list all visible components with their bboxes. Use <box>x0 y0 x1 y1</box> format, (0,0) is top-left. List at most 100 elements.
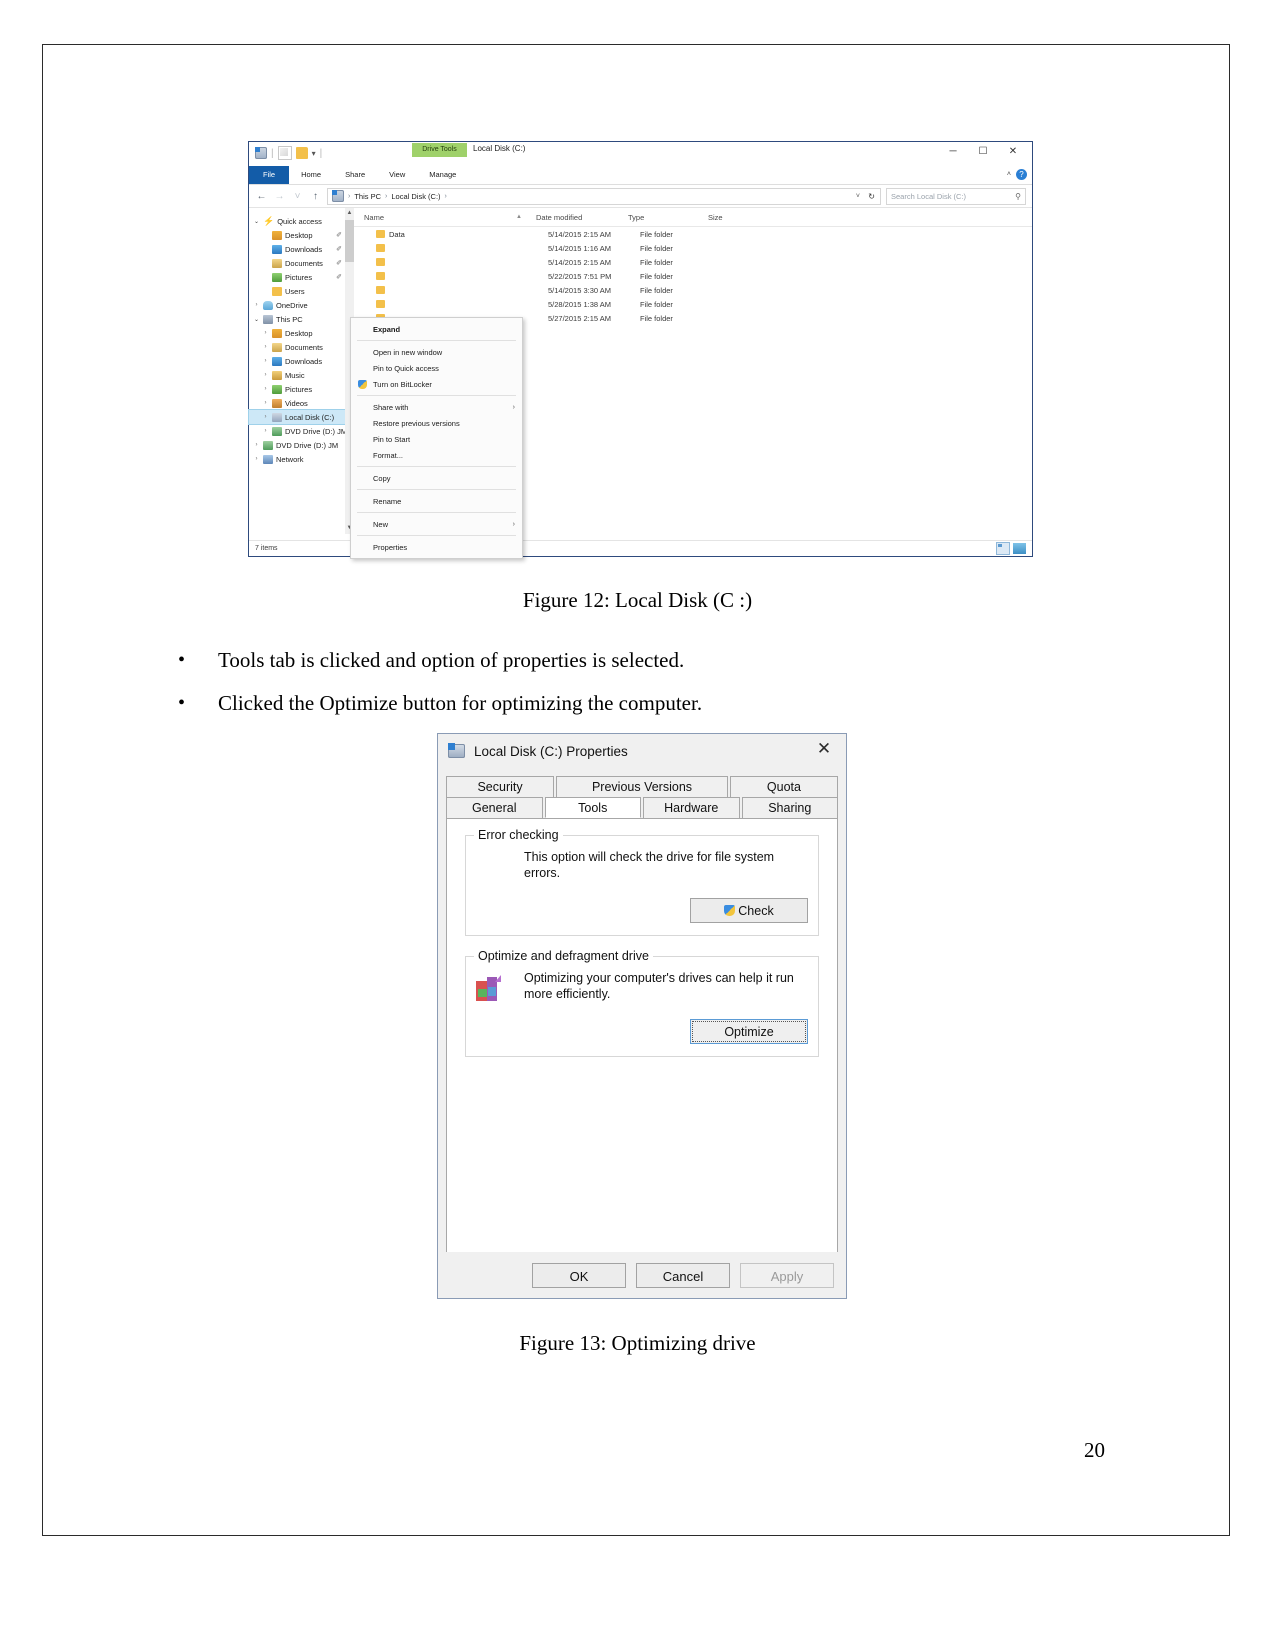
tree-item-desktop[interactable]: › Desktop <box>249 326 354 340</box>
recent-locations-button[interactable]: ˅ <box>291 191 304 202</box>
expand-arrow-icon[interactable]: › <box>253 442 260 448</box>
table-row[interactable]: 5/14/2015 3:30 AM File folder <box>354 283 1032 297</box>
menu-item-open-in-new-window[interactable]: Open in new window <box>351 344 522 360</box>
expand-arrow-icon[interactable]: ⌄ <box>253 218 260 225</box>
new-folder-icon[interactable] <box>295 147 308 159</box>
chevron-down-icon[interactable]: ▾ <box>312 149 316 158</box>
tab-previous-versions[interactable]: Previous Versions <box>556 776 728 797</box>
up-button[interactable]: ↑ <box>309 191 322 202</box>
contextual-tab-drive-tools[interactable]: Drive Tools <box>412 143 467 157</box>
menu-item-new[interactable]: New › <box>351 516 522 532</box>
tree-item-dvd-drive-d-jm[interactable]: › DVD Drive (D:) JM <box>249 438 354 452</box>
tree-item-pictures[interactable]: › Pictures <box>249 382 354 396</box>
table-row[interactable]: 5/14/2015 1:16 AM File folder <box>354 241 1032 255</box>
tab-quota[interactable]: Quota <box>729 776 838 797</box>
tree-item-desktop[interactable]: Desktop ✐ <box>249 228 354 242</box>
large-icons-view-button[interactable] <box>1013 542 1026 554</box>
properties-icon[interactable] <box>277 146 292 160</box>
menu-item-restore-previous-versions[interactable]: Restore previous versions <box>351 415 522 431</box>
breadcrumb-item-local-disk[interactable]: Local Disk (C:) <box>391 192 440 201</box>
tab-manage[interactable]: Manage <box>417 166 468 184</box>
search-input[interactable]: Search Local Disk (C:) ⚲ <box>886 187 1026 205</box>
expand-arrow-icon[interactable]: ⌄ <box>253 316 260 323</box>
refresh-icon[interactable]: ↻ <box>868 192 875 201</box>
breadcrumb[interactable]: › This PC › Local Disk (C:) › ˅ ↻ <box>327 187 881 205</box>
tab-sharing[interactable]: Sharing <box>741 797 838 818</box>
tab-share[interactable]: Share <box>333 166 377 184</box>
scrollbar-thumb[interactable] <box>345 220 354 262</box>
cancel-button[interactable]: Cancel <box>636 1262 730 1288</box>
tree-item-quick-access[interactable]: ⌄ ⚡ Quick access <box>249 214 354 228</box>
check-button[interactable]: Check <box>690 898 808 923</box>
scroll-up-icon[interactable]: ▲ <box>345 208 354 219</box>
menu-item-properties[interactable]: Properties <box>351 539 522 555</box>
expand-arrow-icon[interactable]: › <box>262 344 269 350</box>
details-view-button[interactable] <box>996 541 1010 555</box>
minimize-button[interactable]: ─ <box>938 142 968 162</box>
expand-arrow-icon[interactable]: › <box>262 400 269 406</box>
pin-icon[interactable]: ✐ <box>336 231 342 239</box>
expand-arrow-icon[interactable]: › <box>253 302 260 308</box>
menu-item-format[interactable]: Format... <box>351 447 522 463</box>
menu-item-pin-to-quick-access[interactable]: Pin to Quick access <box>351 360 522 376</box>
column-header-name[interactable]: Name ▲ <box>354 213 536 222</box>
menu-item-pin-to-start[interactable]: Pin to Start <box>351 431 522 447</box>
expand-arrow-icon[interactable]: › <box>262 428 269 434</box>
pin-icon[interactable]: ✐ <box>336 259 342 267</box>
tab-tools[interactable]: Tools <box>544 797 641 818</box>
tab-view[interactable]: View <box>377 166 417 184</box>
pin-icon[interactable]: ✐ <box>336 245 342 253</box>
tree-item-documents[interactable]: Documents ✐ <box>249 256 354 270</box>
tab-file[interactable]: File <box>249 166 290 184</box>
column-header-type[interactable]: Type <box>628 213 708 222</box>
tree-item-music[interactable]: › Music <box>249 368 354 382</box>
pin-icon[interactable]: ✐ <box>336 273 342 281</box>
tree-item-downloads[interactable]: Downloads ✐ <box>249 242 354 256</box>
tab-general[interactable]: General <box>446 797 543 818</box>
help-icon[interactable]: ? <box>1016 169 1027 180</box>
column-header-size[interactable]: Size <box>708 213 768 222</box>
close-icon[interactable]: ✕ <box>802 734 846 764</box>
ok-button[interactable]: OK <box>532 1262 626 1288</box>
tree-item-videos[interactable]: › Videos <box>249 396 354 410</box>
chevron-down-icon[interactable]: ˅ <box>856 193 860 200</box>
menu-item-expand[interactable]: Expand <box>351 321 522 337</box>
column-header-date[interactable]: Date modified <box>536 213 628 222</box>
expand-arrow-icon[interactable]: › <box>262 386 269 392</box>
tree-item-this-pc[interactable]: ⌄ This PC <box>249 312 354 326</box>
expand-arrow-icon[interactable]: › <box>253 456 260 462</box>
tree-item-pictures[interactable]: Pictures ✐ <box>249 270 354 284</box>
apply-button[interactable]: Apply <box>740 1262 834 1288</box>
tab-security[interactable]: Security <box>446 776 555 797</box>
context-menu[interactable]: Expand Open in new window Pin to Quick acc… <box>350 317 523 559</box>
chevron-up-icon[interactable]: ˄ <box>1007 171 1011 178</box>
breadcrumb-item-this-pc[interactable]: This PC <box>354 192 381 201</box>
expand-arrow-icon[interactable]: › <box>262 358 269 364</box>
expand-arrow-icon[interactable]: › <box>262 330 269 336</box>
quick-access-toolbar[interactable]: | ▾ | <box>255 146 322 160</box>
tree-item-dvd-drive-d-jm[interactable]: › DVD Drive (D:) JM <box>249 424 354 438</box>
expand-arrow-icon[interactable]: › <box>262 372 269 378</box>
table-row[interactable]: 5/22/2015 7:51 PM File folder <box>354 269 1032 283</box>
menu-item-copy[interactable]: Copy <box>351 470 522 486</box>
maximize-button[interactable]: ☐ <box>968 142 998 162</box>
tree-item-downloads[interactable]: › Downloads <box>249 354 354 368</box>
back-button[interactable]: ← <box>255 191 268 202</box>
optimize-button[interactable]: Optimize <box>690 1019 808 1044</box>
menu-item-turn-on-bitlocker[interactable]: Turn on BitLocker <box>351 376 522 392</box>
table-row[interactable]: 5/14/2015 2:15 AM File folder <box>354 255 1032 269</box>
close-button[interactable]: ✕ <box>998 142 1028 162</box>
expand-arrow-icon[interactable]: › <box>262 414 269 420</box>
tree-item-onedrive[interactable]: › OneDrive <box>249 298 354 312</box>
forward-button[interactable]: → <box>273 191 286 202</box>
tab-home[interactable]: Home <box>289 166 333 184</box>
tree-item-documents[interactable]: › Documents <box>249 340 354 354</box>
tab-hardware[interactable]: Hardware <box>643 797 740 818</box>
table-row[interactable]: 5/28/2015 1:38 AM File folder <box>354 297 1032 311</box>
table-row[interactable]: Data 5/14/2015 2:15 AM File folder <box>354 227 1032 241</box>
menu-item-rename[interactable]: Rename <box>351 493 522 509</box>
tree-item-users[interactable]: Users <box>249 284 354 298</box>
tree-item-local-disk-c[interactable]: › Local Disk (C:) <box>248 409 358 425</box>
menu-item-share-with[interactable]: Share with › <box>351 399 522 415</box>
tree-item-network[interactable]: › Network <box>249 452 354 466</box>
